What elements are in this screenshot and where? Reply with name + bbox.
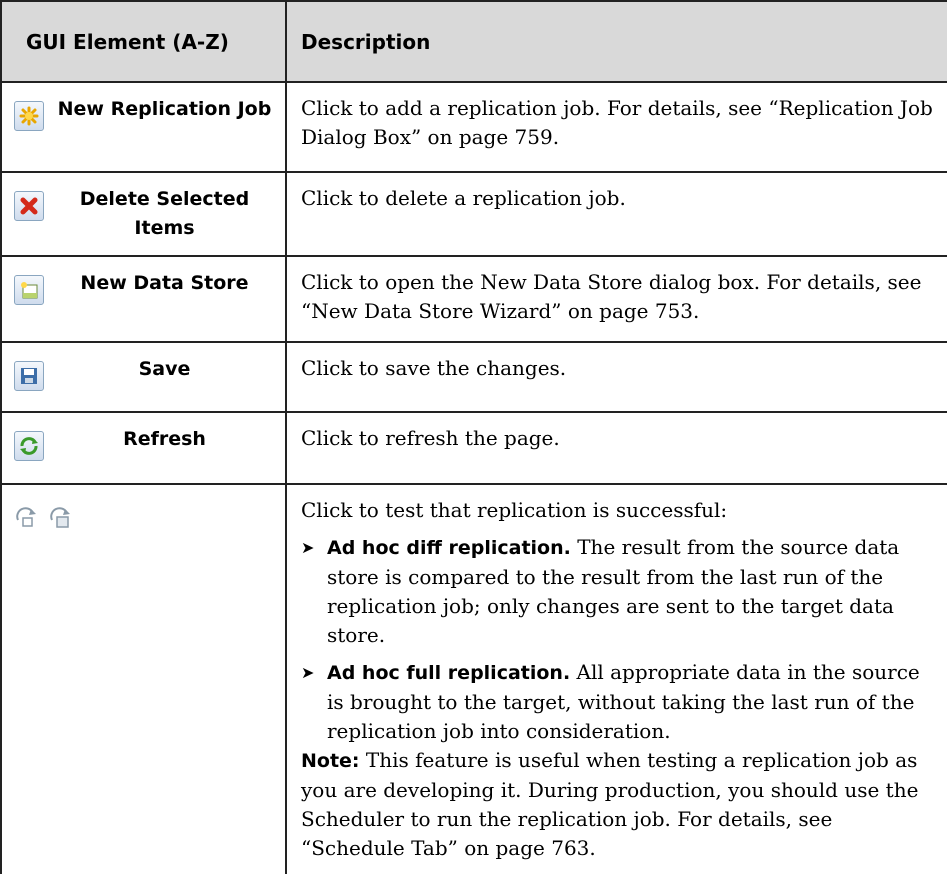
bullet-title: Ad hoc full replication. xyxy=(327,662,571,684)
description-intro: Click to test that replication is succes… xyxy=(301,498,728,522)
description-cell: Click to refresh the page. xyxy=(285,411,947,485)
bullet-arrow-icon: ➤ xyxy=(301,538,315,557)
new-replication-job-icon xyxy=(14,101,44,131)
table-row: New Data Store Click to open the New Dat… xyxy=(0,255,947,343)
description-text: Click to open the New Data Store dialog … xyxy=(301,270,922,323)
description-cell: Click to open the New Data Store dialog … xyxy=(285,255,947,343)
description-cell: Click to delete a replication job. xyxy=(285,171,947,257)
description-text: Click to refresh the page. xyxy=(301,426,560,450)
column-header-description: Description xyxy=(285,0,947,83)
table-header-row: GUI Element (A-Z) Description xyxy=(0,0,947,83)
description-text: Click to save the changes. xyxy=(301,356,567,380)
delete-selected-items-icon xyxy=(14,191,44,221)
note-paragraph: Note: This feature is useful when testin… xyxy=(301,746,933,863)
bullet-title: Ad hoc diff replication. xyxy=(327,537,571,559)
gui-element-cell: New Data Store xyxy=(0,255,287,343)
new-data-store-icon xyxy=(14,275,44,305)
gui-element-cell: Delete Selected Items xyxy=(0,171,287,257)
element-label: New Replication Job xyxy=(57,98,272,120)
gui-element-cell: New Replication Job xyxy=(0,81,287,173)
table-row: Refresh Click to refresh the page. xyxy=(0,411,947,485)
bullet-arrow-icon: ➤ xyxy=(301,663,315,682)
element-label: Delete Selected Items xyxy=(79,188,250,239)
description-cell: Click to save the changes. xyxy=(285,341,947,413)
bullet-item: ➤ Ad hoc diff replication. The result fr… xyxy=(301,533,933,650)
element-label: New Data Store xyxy=(80,272,249,294)
bullet-item: ➤ Ad hoc full replication. All appropria… xyxy=(301,658,933,746)
gui-element-cell: Save xyxy=(0,341,287,413)
element-label: Refresh xyxy=(123,428,206,450)
description-text: Click to delete a replication job. xyxy=(301,186,626,210)
ad-hoc-full-replication-icon xyxy=(48,507,74,533)
gui-elements-table: GUI Element (A-Z) Description New Replic… xyxy=(0,0,947,874)
gui-element-cell xyxy=(0,483,287,874)
save-icon xyxy=(14,361,44,391)
gui-element-cell: Refresh xyxy=(0,411,287,485)
refresh-icon xyxy=(14,431,44,461)
table-row: Delete Selected Items Click to delete a … xyxy=(0,171,947,257)
description-text: Click to add a replication job. For deta… xyxy=(301,96,933,149)
ad-hoc-diff-replication-icon xyxy=(14,507,40,533)
element-label: Save xyxy=(138,358,191,380)
description-cell: Click to add a replication job. For deta… xyxy=(285,81,947,173)
note-text: This feature is useful when testing a re… xyxy=(301,748,919,860)
table-row: Click to test that replication is succes… xyxy=(0,483,947,874)
note-label: Note: xyxy=(301,750,360,772)
description-cell: Click to test that replication is succes… xyxy=(285,483,947,874)
table-row: Save Click to save the changes. xyxy=(0,341,947,413)
table-row: New Replication Job Click to add a repli… xyxy=(0,81,947,173)
column-header-gui-element: GUI Element (A-Z) xyxy=(0,0,287,83)
